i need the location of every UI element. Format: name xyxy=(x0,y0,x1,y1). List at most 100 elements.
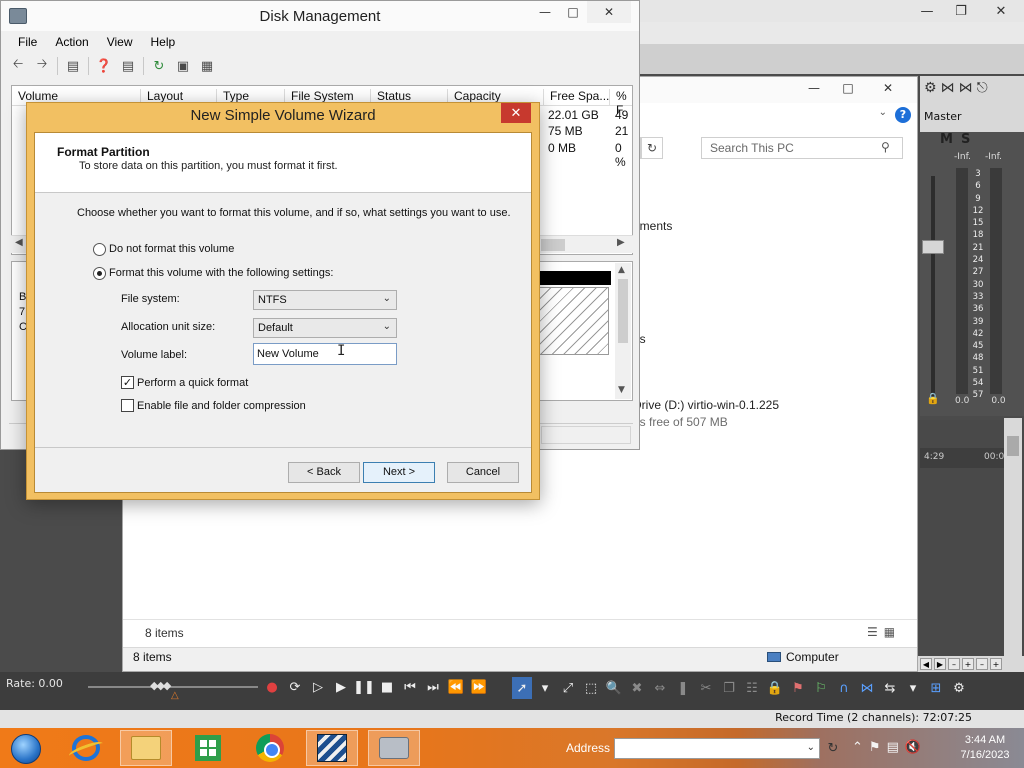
system-clock[interactable]: 3:44 AM 7/16/2023 xyxy=(950,733,1020,763)
scroll-thumb[interactable] xyxy=(541,239,565,251)
back-button[interactable]: < Back xyxy=(288,462,360,483)
previous-frame-button[interactable]: ⏪ xyxy=(446,677,466,697)
close-button[interactable]: ✕ xyxy=(865,77,911,99)
file-explorer-taskbar-button[interactable] xyxy=(120,730,172,766)
minimize-button[interactable]: — xyxy=(797,77,831,99)
ripple-icon[interactable]: ⇆ xyxy=(880,677,900,699)
do-not-format-radio[interactable] xyxy=(93,243,106,256)
restore-button[interactable]: ❐ xyxy=(944,0,978,22)
delete-icon[interactable]: ✖ xyxy=(627,677,647,699)
go-to-start-button[interactable]: ⏮ xyxy=(400,677,420,697)
ribbon-expand-icon[interactable]: ⌄ xyxy=(879,107,887,118)
store-taskbar-button[interactable] xyxy=(182,730,234,766)
unallocated-partition[interactable] xyxy=(539,287,609,355)
chrome-taskbar-button[interactable] xyxy=(244,730,296,766)
trim-icon[interactable]: ⇔ xyxy=(650,677,670,699)
quick-format-checkbox[interactable]: ✓ xyxy=(121,376,134,389)
tray-chevron-icon[interactable]: ⌃ xyxy=(852,740,863,755)
back-arrow-icon[interactable]: 🡠 xyxy=(9,57,27,75)
zoom-tool-icon[interactable]: 🔍 xyxy=(604,677,624,699)
settings-icon[interactable]: ▦ xyxy=(198,57,216,75)
go-to-end-button[interactable]: ⏭ xyxy=(423,677,443,697)
bowtie-icon[interactable]: ⋈ xyxy=(941,80,955,96)
quick-format-label[interactable]: Perform a quick format xyxy=(137,377,248,389)
pin-icon[interactable]: ⎋ xyxy=(977,80,988,96)
record-button[interactable]: ● xyxy=(262,677,282,697)
maximize-button[interactable]: □ xyxy=(559,1,587,23)
scroll-right-button[interactable]: ▶ xyxy=(934,658,946,670)
rate-slider-handle[interactable]: ◆◆◆ xyxy=(150,679,171,692)
start-button[interactable] xyxy=(4,733,48,765)
copy-icon[interactable]: ❐ xyxy=(719,677,739,699)
next-button[interactable]: Next > xyxy=(363,462,435,483)
bowtie-icon[interactable]: ⋈ xyxy=(959,80,973,96)
zoom-in-button[interactable]: + xyxy=(990,658,1002,670)
disk-view-vertical-scrollbar[interactable]: ▲ ▼ xyxy=(615,263,631,399)
chevron-down-icon[interactable]: ⌄ xyxy=(807,742,815,753)
scroll-down-icon[interactable]: ▼ xyxy=(618,385,625,395)
close-button[interactable]: ✕ xyxy=(587,1,631,23)
flag-icon[interactable]: ⚑ xyxy=(869,740,881,755)
snap-icon[interactable]: ∩ xyxy=(834,677,854,699)
region-icon[interactable]: ⚐ xyxy=(811,677,831,699)
gear-icon[interactable]: ⚙ xyxy=(924,80,937,96)
compression-label[interactable]: Enable file and folder compression xyxy=(137,400,306,412)
mute-button[interactable]: M xyxy=(940,132,953,147)
help-icon[interactable]: ? xyxy=(895,107,911,123)
refresh-icon[interactable]: ↻ xyxy=(641,137,663,159)
lock-icon[interactable]: 🔒 xyxy=(926,392,940,405)
wizard-close-button[interactable]: ✕ xyxy=(501,103,531,123)
drive-name[interactable]: Drive (D:) virtio-win-0.1.225 xyxy=(633,398,779,412)
format-volume-label[interactable]: Format this volume with the following se… xyxy=(109,267,333,279)
minimize-button[interactable]: — xyxy=(531,1,559,23)
compression-checkbox[interactable] xyxy=(121,399,134,412)
master-fader[interactable] xyxy=(922,176,944,396)
ripple-dropdown-icon[interactable]: ▾ xyxy=(903,677,923,699)
auto-crossfade-icon[interactable]: ⋈ xyxy=(857,677,877,699)
zoom-in-button[interactable]: + xyxy=(962,658,974,670)
normal-edit-tool-icon[interactable]: ➚ xyxy=(512,677,532,699)
refresh-icon[interactable]: ↻ xyxy=(150,57,168,75)
next-frame-button[interactable]: ⏩ xyxy=(469,677,489,697)
column-header-free-space[interactable]: Free Spa... xyxy=(543,89,609,106)
pause-button[interactable]: ❚❚ xyxy=(353,677,375,697)
solo-button[interactable]: S xyxy=(961,132,970,147)
minimize-button[interactable]: — xyxy=(910,0,944,22)
forward-arrow-icon[interactable]: 🡢 xyxy=(33,57,51,75)
split-icon[interactable]: ❚ xyxy=(673,677,693,699)
close-button[interactable]: ✕ xyxy=(978,0,1024,22)
lock-icon[interactable]: 🔒 xyxy=(765,677,785,699)
play-from-start-button[interactable]: ▷ xyxy=(308,677,328,697)
large-icons-view-icon[interactable]: ▦ xyxy=(884,625,895,639)
cut-icon[interactable]: ✂ xyxy=(696,677,716,699)
scroll-right-icon[interactable]: ▶ xyxy=(617,237,625,248)
properties-icon[interactable]: ▤ xyxy=(119,57,137,75)
search-input[interactable]: Search This PC xyxy=(701,137,903,159)
console-tree-icon[interactable]: ▤ xyxy=(64,57,82,75)
tool-dropdown-icon[interactable]: ▾ xyxy=(535,677,555,699)
scroll-left-button[interactable]: ◀ xyxy=(920,658,932,670)
cancel-button[interactable]: Cancel xyxy=(447,462,519,483)
network-icon[interactable]: ▤ xyxy=(887,740,899,755)
timeline-vertical-scrollbar[interactable] xyxy=(1004,418,1022,658)
envelope-tool-icon[interactable]: ⤢ xyxy=(558,677,578,699)
column-header-percent-free[interactable]: % F xyxy=(609,89,632,117)
format-volume-radio[interactable] xyxy=(93,267,106,280)
menu-action[interactable]: Action xyxy=(46,35,97,49)
grid-icon[interactable]: ⊞ xyxy=(926,677,946,699)
stop-button[interactable]: ■ xyxy=(377,677,397,697)
zoom-out-button[interactable]: – xyxy=(948,658,960,670)
scroll-up-icon[interactable]: ▲ xyxy=(618,265,625,275)
play-button[interactable]: ▶ xyxy=(331,677,351,697)
loop-button[interactable]: ⟳ xyxy=(285,677,305,697)
file-system-select[interactable]: NTFS ⌄ xyxy=(253,290,397,310)
rate-slider[interactable] xyxy=(88,686,258,688)
zoom-out-button[interactable]: – xyxy=(976,658,988,670)
marker-icon[interactable]: ⚑ xyxy=(788,677,808,699)
rescan-disks-icon[interactable]: ▣ xyxy=(174,57,192,75)
menu-help[interactable]: Help xyxy=(142,35,185,49)
volume-label-input[interactable]: New Volume xyxy=(253,343,397,365)
menu-view[interactable]: View xyxy=(98,35,142,49)
selection-tool-icon[interactable]: ⬚ xyxy=(581,677,601,699)
internet-explorer-taskbar-button[interactable] xyxy=(60,730,112,766)
